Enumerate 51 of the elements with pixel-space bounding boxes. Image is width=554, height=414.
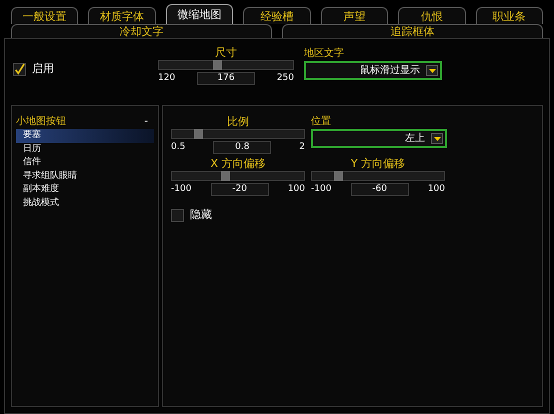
slider-value[interactable]: -60 bbox=[350, 182, 409, 196]
slider-max: 100 bbox=[288, 182, 305, 196]
dropdown[interactable]: 左上 bbox=[311, 129, 447, 148]
checkbox-label: 启用 bbox=[32, 61, 54, 77]
slider-thumb[interactable] bbox=[194, 129, 204, 139]
slider-value[interactable]: -20 bbox=[210, 182, 269, 196]
tree-item[interactable]: 挑战模式 bbox=[16, 196, 154, 210]
slider-title: X 方向偏移 bbox=[210, 158, 266, 168]
slider-track[interactable] bbox=[311, 170, 445, 180]
tree-item[interactable]: 日历 bbox=[16, 142, 154, 156]
slider-title: Y 方向偏移 bbox=[350, 158, 406, 168]
slider-title: 比例 bbox=[227, 116, 249, 127]
tree-item[interactable]: 信件 bbox=[16, 156, 154, 170]
dropdown[interactable]: 鼠标滑过显示 bbox=[304, 61, 442, 80]
slider-min: -100 bbox=[311, 182, 332, 196]
tab[interactable]: 职业条 bbox=[476, 7, 543, 24]
tab[interactable]: 追踪框体 bbox=[282, 24, 543, 38]
tree-item[interactable]: 副本难度 bbox=[16, 183, 154, 196]
tab[interactable]: 一般设置 bbox=[11, 7, 78, 24]
caret-icon[interactable] bbox=[431, 133, 443, 144]
caret-icon[interactable] bbox=[426, 65, 438, 76]
slider-max: 250 bbox=[276, 72, 294, 85]
slider-max: 100 bbox=[428, 182, 445, 196]
slider-thumb[interactable] bbox=[334, 170, 344, 180]
tab[interactable]: 材质字体 bbox=[88, 7, 156, 24]
slider-thumb[interactable] bbox=[212, 60, 222, 70]
slider-max: 2 bbox=[299, 141, 305, 154]
slider-value[interactable]: 0.8 bbox=[213, 141, 272, 154]
dropdown-label: 位置 bbox=[311, 117, 332, 127]
tree-item[interactable]: 要塞 bbox=[16, 129, 154, 142]
slider-track[interactable] bbox=[171, 170, 305, 180]
checkbox[interactable] bbox=[13, 62, 26, 76]
slider-thumb[interactable] bbox=[220, 170, 230, 180]
slider-track[interactable] bbox=[158, 60, 294, 70]
tree-group-label[interactable]: 小地图按钮 bbox=[16, 114, 66, 129]
tab[interactable]: 冷却文字 bbox=[11, 24, 272, 38]
checkbox-label: 隐藏 bbox=[190, 207, 212, 223]
collapse-toggle[interactable]: - bbox=[144, 114, 148, 129]
slider-min: -100 bbox=[171, 182, 192, 196]
tab[interactable]: 微缩地图 bbox=[166, 4, 234, 24]
slider-value[interactable]: 176 bbox=[197, 72, 255, 86]
tree-item[interactable]: 寻求组队眼睛 bbox=[16, 170, 154, 183]
dropdown-label: 地区文字 bbox=[304, 49, 345, 59]
slider-title: 尺寸 bbox=[215, 47, 237, 58]
tab[interactable]: 经验槽 bbox=[243, 7, 311, 24]
checkbox[interactable] bbox=[171, 208, 184, 222]
slider-min: 0.5 bbox=[171, 141, 186, 154]
slider-track[interactable] bbox=[171, 129, 305, 139]
slider-min: 120 bbox=[158, 72, 176, 85]
tab[interactable]: 仇恨 bbox=[398, 7, 466, 24]
tab[interactable]: 声望 bbox=[320, 7, 388, 24]
